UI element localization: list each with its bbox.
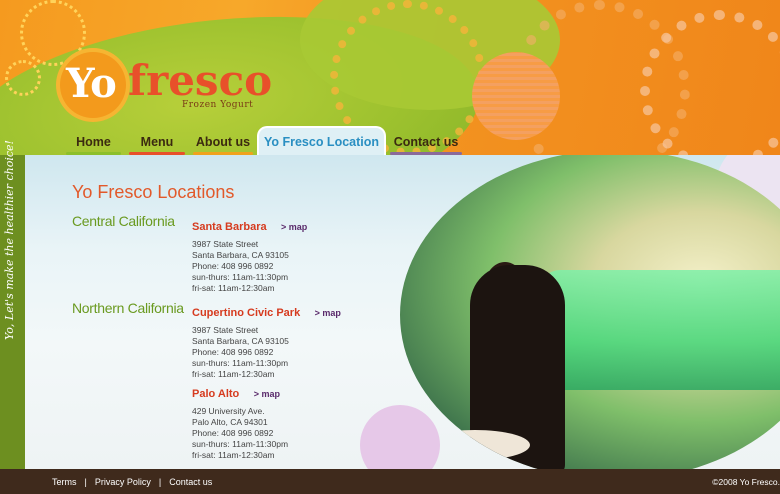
striped-circle-decoration (472, 52, 560, 140)
address-line: Santa Barbara, CA 93105 (192, 250, 289, 260)
store-cupertino: Cupertino Civic Park > map 3987 State St… (192, 303, 341, 380)
region-heading-central: Central California (72, 213, 175, 229)
map-link[interactable]: > map (281, 222, 307, 232)
copyright: ©2008 Yo Fresco. (712, 476, 780, 487)
hours-line: fri-sat: 11am-12:30am (192, 450, 275, 460)
separator: | (158, 476, 162, 487)
address-line: 3987 State Street (192, 325, 259, 335)
footer-link-privacy[interactable]: Privacy Policy (95, 477, 151, 487)
glowing-counter (540, 270, 780, 390)
nav-tab-about-us[interactable]: About us (189, 128, 257, 155)
region-heading-northern: Northern California (72, 300, 184, 316)
nav-tab-contact-us[interactable]: Contact us (386, 128, 466, 155)
address-line: 3987 State Street (192, 239, 259, 249)
nav-tab-menu[interactable]: Menu (125, 128, 189, 155)
nav-tab-label: Yo Fresco Location (263, 134, 380, 149)
page: Yo fresco Frozen Yogurt Home Menu About us… (0, 0, 780, 494)
logo-tagline: Frozen Yogurt (182, 100, 254, 110)
side-slogan-band: Yo, Let's make the healthier choice! (0, 140, 25, 469)
map-link[interactable]: > map (315, 308, 341, 318)
footer-links: Terms | Privacy Policy | Contact us (52, 477, 212, 487)
store-name[interactable]: Cupertino Civic Park (192, 307, 300, 319)
locations-content: Yo Fresco Locations Central California N… (25, 155, 780, 469)
store-name[interactable]: Palo Alto (192, 388, 239, 400)
logo-yo-text: Yo (66, 60, 117, 107)
phone-line: Phone: 408 996 0892 (192, 347, 274, 357)
logo-fresco-text: fresco (128, 56, 273, 105)
cafe-table (420, 430, 530, 460)
store-name[interactable]: Santa Barbara (192, 221, 267, 233)
footer-link-terms[interactable]: Terms (52, 477, 77, 487)
nav-tab-label: Contact us (393, 134, 459, 149)
phone-line: Phone: 408 996 0892 (192, 261, 274, 271)
nav-tab-label: Menu (140, 134, 174, 149)
phone-line: Phone: 408 996 0892 (192, 428, 274, 438)
address-line: Santa Barbara, CA 93105 (192, 336, 289, 346)
address-line: Palo Alto, CA 94301 (192, 417, 268, 427)
store-interior-photo (400, 155, 780, 469)
footer-link-contact[interactable]: Contact us (169, 477, 212, 487)
hours-line: sun-thurs: 11am-11:30pm (192, 439, 289, 449)
hours-line: fri-sat: 11am-12:30am (192, 283, 275, 293)
nav-tab-label: Home (76, 134, 111, 149)
store-address: 429 University Ave. Palo Alto, CA 94301 … (192, 406, 288, 461)
store-palo-alto: Palo Alto > map 429 University Ave. Palo… (192, 384, 288, 461)
header-banner: Yo fresco Frozen Yogurt Home Menu About us… (0, 0, 780, 155)
map-link[interactable]: > map (254, 389, 280, 399)
hours-line: fri-sat: 11am-12:30am (192, 369, 275, 379)
nav-tab-home[interactable]: Home (62, 128, 125, 155)
store-address: 3987 State Street Santa Barbara, CA 9310… (192, 239, 307, 294)
flower-icon (5, 60, 41, 96)
main-nav: Home Menu About us Yo Fresco Location Contac… (62, 126, 466, 155)
store-address: 3987 State Street Santa Barbara, CA 9310… (192, 325, 341, 380)
separator: | (84, 476, 87, 487)
nav-tab-yo-fresco-location[interactable]: Yo Fresco Location (257, 126, 386, 155)
page-title: Yo Fresco Locations (72, 182, 235, 202)
hours-line: sun-thurs: 11am-11:30pm (192, 272, 289, 282)
side-slogan: Yo, Let's make the healthier choice! (3, 140, 16, 340)
footer: Terms | Privacy Policy | Contact us ©200… (0, 469, 780, 494)
hours-line: sun-thurs: 11am-11:30pm (192, 358, 289, 368)
nav-tab-label: About us (195, 134, 251, 149)
address-line: 429 University Ave. (192, 406, 265, 416)
store-santa-barbara: Santa Barbara > map 3987 State Street Sa… (192, 217, 307, 294)
